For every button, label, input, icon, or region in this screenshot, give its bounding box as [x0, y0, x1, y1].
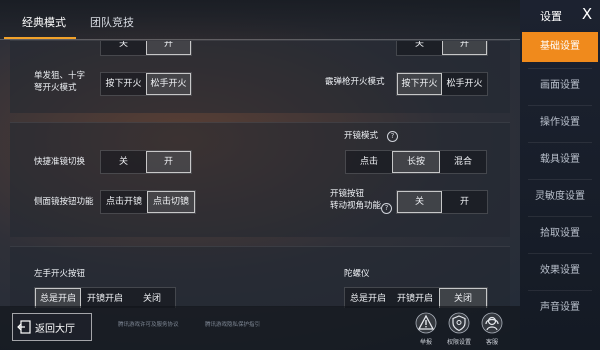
- close-button[interactable]: X: [578, 4, 596, 24]
- option-hold[interactable]: 长按: [392, 151, 440, 173]
- sidebar-item-sensitivity[interactable]: 灵敏度设置: [522, 182, 598, 212]
- quick-scope-switch-label: 快捷准镜切换: [34, 157, 86, 167]
- sidebar-item-pickup[interactable]: 拾取设置: [522, 219, 598, 249]
- report-icon[interactable]: [415, 312, 437, 334]
- single-shot-fire-mode-selector[interactable]: 按下开火 松手开火: [100, 72, 192, 96]
- scope-rotate-help-icon[interactable]: ?: [381, 203, 392, 214]
- sidebar-divider: [528, 290, 592, 291]
- side-scope-button-label: 侧面镜按钮功能: [34, 197, 94, 207]
- option-mixed[interactable]: 混合: [440, 151, 486, 173]
- option-on[interactable]: 开: [442, 191, 487, 213]
- customer-service-label: 客服: [485, 339, 498, 346]
- customer-service-icon[interactable]: [481, 312, 503, 334]
- scope-mode-help-icon[interactable]: ?: [387, 131, 398, 142]
- left-fire-button-label: 左手开火按钮: [34, 269, 86, 279]
- option-tap[interactable]: 点击: [346, 151, 392, 173]
- sidebar-item-sound[interactable]: 声音设置: [522, 293, 598, 323]
- option-press-fire[interactable]: 按下开火: [397, 73, 442, 95]
- scope-rotate-view-label: 开镜按钮 转动视角功能: [330, 189, 382, 211]
- sidebar-divider: [528, 105, 592, 106]
- tab-team-deathmatch[interactable]: 团队竞技: [90, 14, 134, 30]
- sidebar-item-basic[interactable]: 基础设置: [522, 32, 598, 62]
- option-release-fire[interactable]: 松手开火: [442, 73, 487, 95]
- report-label: 举报: [419, 339, 432, 346]
- privacy-settings-label: 权限设置: [446, 339, 471, 346]
- shotgun-fire-mode-label: 霰弹枪开火模式: [325, 77, 385, 87]
- scope-mode-label: 开镜模式: [344, 131, 379, 141]
- privacy-policy-link[interactable]: 腾讯游戏隐私保护指引: [205, 320, 260, 328]
- scope-rotate-view-toggle[interactable]: 关 开: [396, 190, 488, 214]
- mode-tab-bar: [0, 0, 520, 40]
- option-off[interactable]: 关: [101, 151, 146, 173]
- option-tap-open-scope[interactable]: 点击开镜: [101, 191, 147, 213]
- privacy-settings-icon[interactable]: [448, 312, 470, 334]
- side-scope-button-selector[interactable]: 点击开镜 点击切镜: [100, 190, 196, 214]
- option-on[interactable]: 开: [146, 151, 191, 173]
- gyroscope-label: 陀螺仪: [344, 269, 370, 279]
- sidebar-divider: [528, 142, 592, 143]
- sidebar-divider: [528, 68, 592, 69]
- sidebar-divider: [528, 179, 592, 180]
- single-shot-fire-mode-label: 单发狙、十字 弩开火模式: [34, 71, 86, 93]
- scope-mode-selector[interactable]: 点击 长按 混合: [345, 150, 487, 174]
- scope-settings-panel: [10, 122, 510, 237]
- option-press-fire[interactable]: 按下开火: [101, 73, 146, 95]
- option-off[interactable]: 关: [397, 191, 442, 213]
- service-agreement-link[interactable]: 腾讯游戏许可及服务协议: [118, 320, 179, 328]
- option-release-fire[interactable]: 松手开火: [146, 73, 191, 95]
- sidebar-item-effects[interactable]: 效果设置: [522, 256, 598, 286]
- back-to-lobby-button[interactable]: 返回大厅: [12, 313, 92, 341]
- tab-classic-mode[interactable]: 经典模式: [22, 14, 66, 30]
- shotgun-fire-mode-selector[interactable]: 按下开火 松手开火: [396, 72, 488, 96]
- sidebar-item-graphics[interactable]: 画面设置: [522, 71, 598, 101]
- sidebar-item-controls[interactable]: 操作设置: [522, 108, 598, 138]
- sidebar-item-vehicle[interactable]: 载具设置: [522, 145, 598, 175]
- exit-icon: [17, 320, 31, 334]
- sidebar-divider: [528, 253, 592, 254]
- settings-title: 设置: [540, 10, 562, 23]
- sidebar-divider: [528, 216, 592, 217]
- back-to-lobby-label: 返回大厅: [35, 323, 75, 335]
- option-tap-switch-scope[interactable]: 点击切镜: [147, 191, 195, 213]
- quick-scope-switch-toggle[interactable]: 关 开: [100, 150, 192, 174]
